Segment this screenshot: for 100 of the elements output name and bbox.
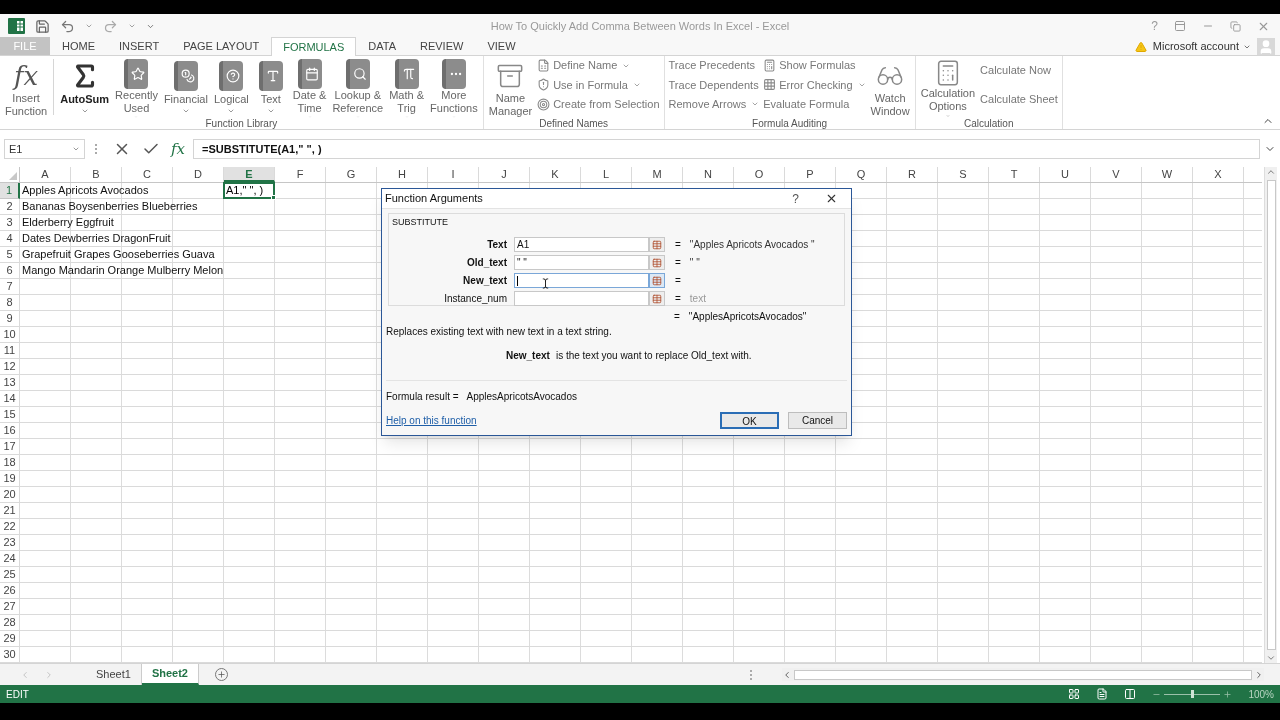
column-header[interactable]: T [989, 167, 1040, 182]
column-header[interactable]: H [377, 167, 428, 182]
column-header[interactable]: J [479, 167, 530, 182]
row-header[interactable]: 25 [0, 567, 20, 583]
next-sheet-icon[interactable] [44, 669, 54, 680]
insert-function-button[interactable]: fx [171, 137, 185, 161]
ribbon-button[interactable]: Financial [160, 56, 211, 118]
column-header[interactable]: S [938, 167, 989, 182]
help-button[interactable]: ? [792, 189, 799, 208]
ribbon-button[interactable]: Recently Used [112, 56, 161, 118]
column-header[interactable]: X [1193, 167, 1244, 182]
name-box[interactable]: E1 [4, 139, 85, 159]
column-header[interactable]: I [428, 167, 479, 182]
ribbon-button[interactable]: Name Manager [485, 56, 536, 118]
row-header[interactable]: 6 [0, 263, 20, 279]
caret-icon[interactable] [128, 22, 136, 30]
row-header[interactable]: 18 [0, 455, 20, 471]
argument-field[interactable] [514, 273, 649, 288]
ribbon-tab[interactable]: VIEW [475, 37, 528, 56]
column-header[interactable]: K [530, 167, 581, 182]
normal-view-icon[interactable] [1068, 688, 1081, 700]
reference-button[interactable] [649, 255, 665, 270]
ribbon-command[interactable]: Trace Precedents [668, 57, 760, 75]
row-header[interactable]: 2 [0, 199, 20, 215]
ribbon-command[interactable]: Use in Formula [537, 76, 660, 94]
row-header[interactable]: 20 [0, 487, 20, 503]
column-header[interactable]: G [326, 167, 377, 182]
column-header[interactable]: A [20, 167, 71, 182]
column-header[interactable]: M [632, 167, 683, 182]
ribbon-command[interactable]: Calculate Now [980, 62, 1058, 79]
argument-field[interactable] [514, 291, 649, 306]
row-header[interactable]: 21 [0, 503, 20, 519]
row-header[interactable]: 29 [0, 631, 20, 647]
ribbon-button[interactable]: Logical [210, 56, 252, 118]
scroll-right-icon[interactable] [1254, 669, 1264, 680]
row-header[interactable]: 10 [0, 327, 20, 343]
ribbon-command[interactable]: Show Formulas [763, 57, 866, 75]
column-header[interactable]: E [224, 167, 275, 182]
ribbon-display-icon[interactable] [1174, 20, 1186, 32]
ribbon-button[interactable]: More Functions [427, 56, 481, 118]
formula-input[interactable]: =SUBSTITUTE(A1," ", ) [193, 139, 1260, 159]
row-header[interactable]: 9 [0, 311, 20, 327]
ribbon-command[interactable]: Evaluate Formula [763, 95, 866, 113]
column-header[interactable]: U [1040, 167, 1091, 182]
column-header[interactable]: L [581, 167, 632, 182]
spreadsheet-logo[interactable] [8, 18, 25, 34]
scroll-down-icon[interactable] [1266, 653, 1276, 663]
row-header[interactable]: 28 [0, 615, 20, 631]
undo-icon[interactable] [60, 18, 75, 34]
row-header[interactable]: 26 [0, 583, 20, 599]
restore-icon[interactable] [1230, 20, 1241, 32]
ribbon-command[interactable]: Define Name [537, 57, 660, 75]
row-header[interactable]: 14 [0, 391, 20, 407]
zoom-slider[interactable] [1164, 689, 1221, 699]
row-header[interactable]: 11 [0, 343, 20, 359]
scroll-up-icon[interactable] [1266, 167, 1276, 177]
reference-button[interactable] [649, 237, 665, 252]
row-header[interactable]: 16 [0, 423, 20, 439]
zoom-in-icon[interactable] [1223, 689, 1233, 699]
ribbon-command[interactable]: Remove Arrows [668, 95, 760, 113]
row-header[interactable]: 22 [0, 519, 20, 535]
row-header[interactable]: 4 [0, 231, 20, 247]
column-header[interactable]: F [275, 167, 326, 182]
column-header[interactable]: V [1091, 167, 1142, 182]
ribbon-tab[interactable]: PAGE LAYOUT [171, 37, 272, 56]
row-header[interactable]: 19 [0, 471, 20, 487]
reference-button[interactable] [649, 291, 665, 306]
column-header[interactable]: Q [836, 167, 887, 182]
caret-icon[interactable] [85, 22, 93, 30]
avatar-icon[interactable] [1257, 38, 1275, 55]
previous-sheet-icon[interactable] [20, 669, 30, 680]
sheet-tab[interactable]: Sheet2 [141, 664, 199, 685]
ribbon-tab[interactable]: FORMULAS [271, 37, 357, 56]
argument-field[interactable]: " " [514, 255, 649, 270]
page-break-icon[interactable] [1124, 688, 1137, 700]
ribbon-button[interactable]: Watch Window [867, 56, 913, 118]
ribbon-command[interactable]: Create from Selection [537, 95, 660, 113]
close-icon[interactable] [825, 192, 838, 205]
ribbon-tab[interactable]: DATA [356, 37, 408, 56]
ribbon-button[interactable]: Text [251, 56, 290, 118]
row-header[interactable]: 3 [0, 215, 20, 231]
column-header[interactable]: B [71, 167, 122, 182]
ribbon-button[interactable]: Date & Time [289, 56, 330, 118]
zoom-thumb[interactable] [1190, 690, 1194, 698]
column-header[interactable]: W [1142, 167, 1193, 182]
ribbon-command[interactable]: Calculate Sheet [980, 91, 1058, 108]
dialog-button[interactable]: Cancel [788, 412, 847, 429]
row-header[interactable]: 12 [0, 359, 20, 375]
row-header[interactable]: 27 [0, 599, 20, 615]
column-header[interactable]: N [683, 167, 734, 182]
vertical-scrollbar[interactable] [1264, 167, 1277, 663]
help-link[interactable]: Help on this function [386, 413, 477, 428]
ribbon-tab[interactable]: HOME [50, 37, 107, 56]
ribbon-tab[interactable]: REVIEW [408, 37, 476, 56]
account-button[interactable]: Microsoft account [1152, 38, 1251, 55]
column-header[interactable]: C [122, 167, 173, 182]
ribbon-button[interactable]: Calculation Options [917, 56, 979, 118]
argument-field[interactable]: A1 [514, 237, 649, 252]
save-icon[interactable] [35, 18, 50, 34]
column-header[interactable]: P [785, 167, 836, 182]
